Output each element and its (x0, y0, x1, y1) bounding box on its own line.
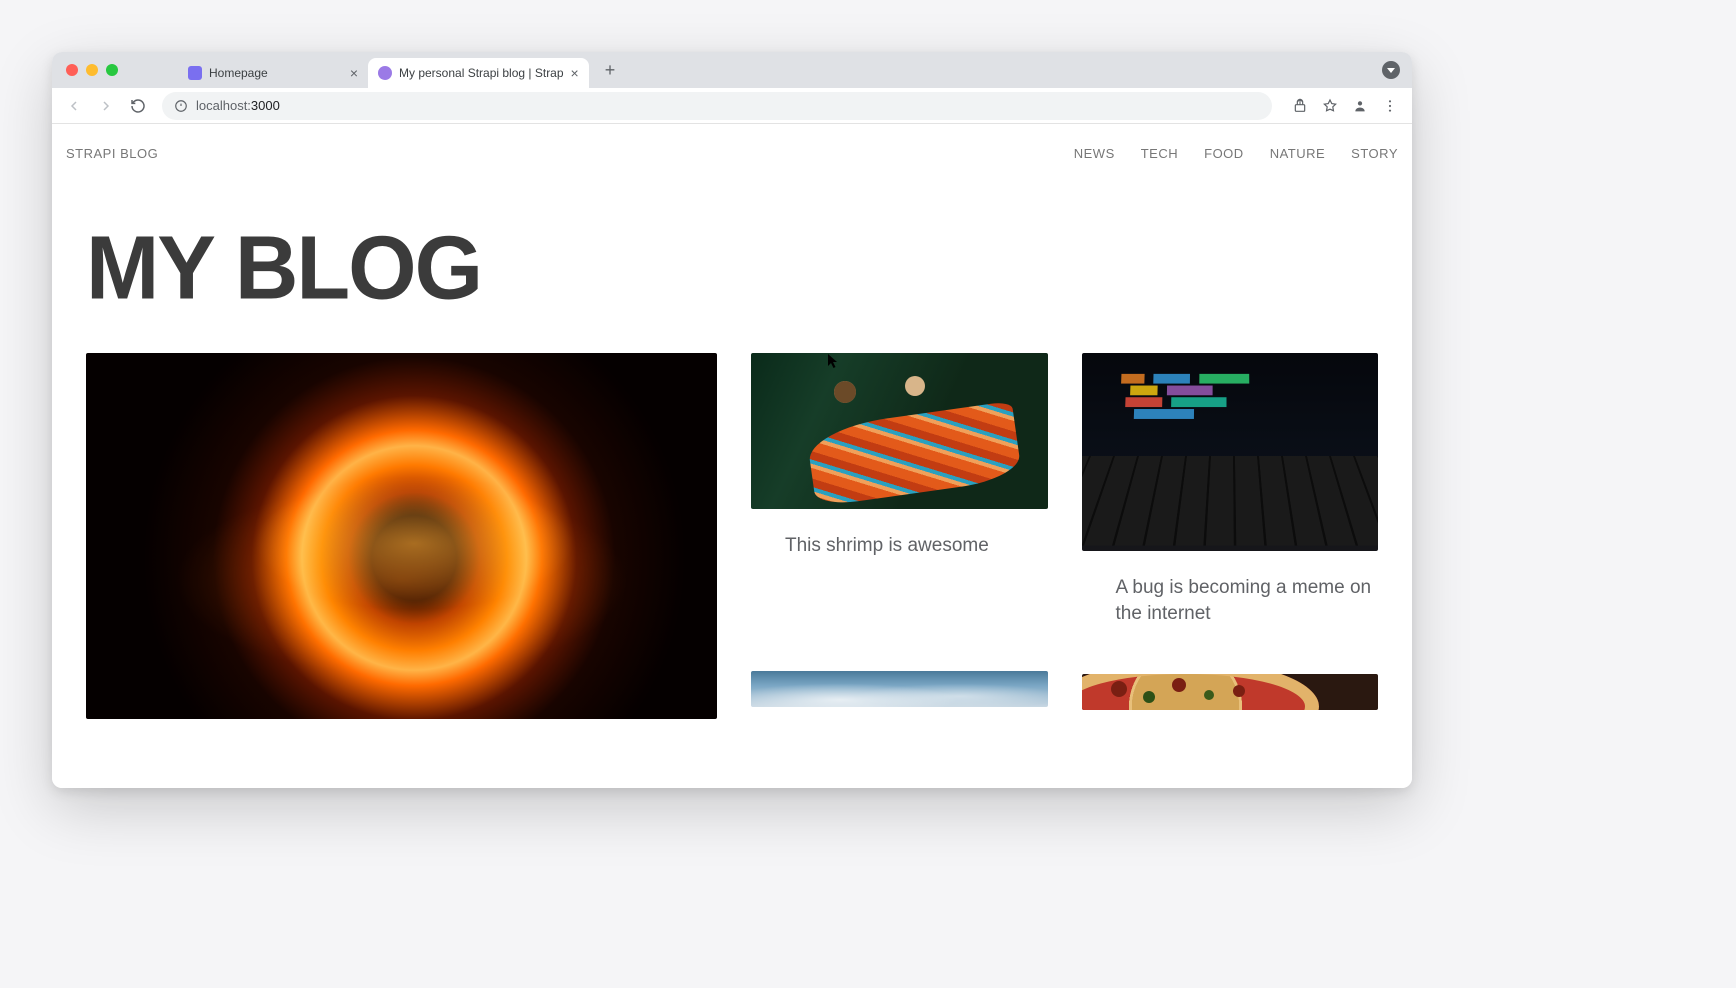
reload-button[interactable] (124, 92, 152, 120)
article-image (1082, 674, 1379, 710)
article-card-pizza[interactable] (1082, 674, 1379, 710)
site-info-icon (174, 99, 188, 113)
article-card-sky[interactable] (751, 671, 1048, 707)
article-image (1082, 353, 1379, 551)
article-title: A bug is becoming a meme on the internet (1082, 551, 1379, 634)
nav-link-news[interactable]: NEWS (1074, 146, 1115, 161)
nav-link-tech[interactable]: TECH (1141, 146, 1178, 161)
cursor-icon (828, 354, 840, 373)
nav-links: NEWS TECH FOOD NATURE STORY (1074, 146, 1398, 161)
toolbar: localhost:3000 (52, 88, 1412, 124)
nav-link-story[interactable]: STORY (1351, 146, 1398, 161)
window-controls (66, 64, 118, 76)
profile-button[interactable] (1346, 92, 1374, 120)
tab-strapi-blog[interactable]: My personal Strapi blog | Strap × (368, 58, 589, 88)
tab-homepage[interactable]: Homepage × (178, 58, 368, 88)
menu-button[interactable] (1376, 92, 1404, 120)
column-2: A bug is becoming a meme on the internet (1082, 353, 1379, 719)
maximize-window-button[interactable] (106, 64, 118, 76)
side-columns: This shrimp is awesome A bug is becoming… (751, 353, 1378, 719)
forward-button[interactable] (92, 92, 120, 120)
url-text: localhost:3000 (196, 98, 280, 113)
address-bar[interactable]: localhost:3000 (162, 92, 1272, 120)
close-tab-button[interactable]: × (571, 66, 579, 80)
article-image (751, 353, 1048, 509)
site-nav: STRAPI BLOG NEWS TECH FOOD NATURE STORY (52, 124, 1412, 177)
page-title: MY BLOG (86, 216, 1378, 320)
back-button[interactable] (60, 92, 88, 120)
extensions-icon[interactable] (1382, 61, 1400, 79)
article-title: This shrimp is awesome (751, 509, 1048, 567)
close-window-button[interactable] (66, 64, 78, 76)
article-image (751, 671, 1048, 707)
bookmark-button[interactable] (1316, 92, 1344, 120)
article-grid: This shrimp is awesome A bug is becoming… (52, 329, 1412, 719)
close-tab-button[interactable]: × (350, 66, 358, 80)
page-content: STRAPI BLOG NEWS TECH FOOD NATURE STORY … (52, 124, 1412, 788)
hero: MY BLOG (52, 177, 1412, 329)
tab-title: Homepage (209, 66, 343, 80)
share-button[interactable] (1286, 92, 1314, 120)
favicon-icon (378, 66, 392, 80)
browser-window: Homepage × My personal Strapi blog | Str… (52, 52, 1412, 788)
new-tab-button[interactable]: + (597, 56, 624, 85)
nav-link-food[interactable]: FOOD (1204, 146, 1244, 161)
nav-link-nature[interactable]: NATURE (1270, 146, 1325, 161)
minimize-window-button[interactable] (86, 64, 98, 76)
column-1: This shrimp is awesome (751, 353, 1048, 719)
feature-image (86, 353, 717, 719)
tab-strip: Homepage × My personal Strapi blog | Str… (52, 52, 1412, 88)
feature-article[interactable] (86, 353, 717, 719)
article-card-code[interactable]: A bug is becoming a meme on the internet (1082, 353, 1379, 634)
favicon-icon (188, 66, 202, 80)
article-card-shrimp[interactable]: This shrimp is awesome (751, 353, 1048, 567)
tab-title: My personal Strapi blog | Strap (399, 66, 564, 80)
brand-link[interactable]: STRAPI BLOG (66, 146, 158, 161)
